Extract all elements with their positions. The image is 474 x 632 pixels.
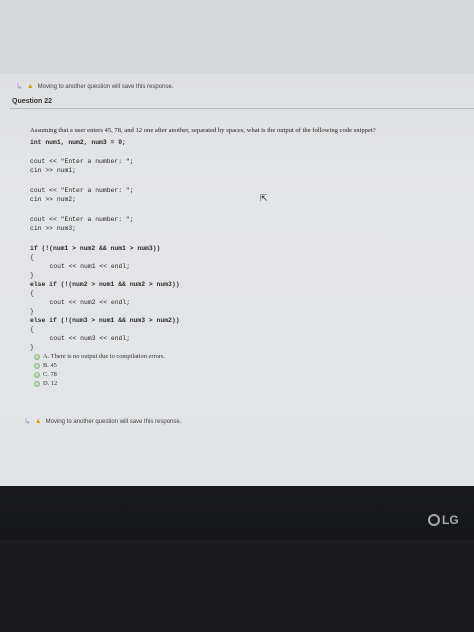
arrow-icon: ↳ xyxy=(24,417,31,426)
code-line: cout << num1 << endl; xyxy=(38,263,131,270)
radio-button[interactable] xyxy=(34,371,40,378)
code-line: if (!(num1 > num2 && num1 > num3)) xyxy=(30,245,161,252)
divider xyxy=(10,108,474,109)
save-warning-text: Moving to another question will save thi… xyxy=(45,418,182,425)
warning-icon: ▲ xyxy=(34,418,42,425)
option-label: A. There is no output due to compilation… xyxy=(43,353,165,360)
monitor-screen: ↳ ▲ Moving to another question will save… xyxy=(0,0,474,486)
option-c[interactable]: C. 78 xyxy=(34,370,165,379)
code-line: cin >> num1; xyxy=(30,167,77,174)
code-line: int num1, num2, num3 = 0; xyxy=(30,139,126,146)
monitor-stand-area xyxy=(0,540,474,632)
code-line: cout << "Enter a number: "; xyxy=(30,187,134,194)
option-label: D. 12 xyxy=(43,380,58,387)
code-line: { xyxy=(30,290,34,297)
arrow-icon: ↳ xyxy=(16,82,23,91)
code-line: else if (!(num3 > num1 && num3 > num2)) xyxy=(30,317,180,324)
save-warning-text: Moving to another question will save thi… xyxy=(37,83,174,90)
code-line: } xyxy=(30,344,34,351)
radio-button[interactable] xyxy=(34,380,40,387)
option-a[interactable]: A. There is no output due to compilation… xyxy=(34,352,165,361)
option-b[interactable]: B. 45 xyxy=(34,361,165,370)
top-strip xyxy=(0,0,474,74)
code-line: { xyxy=(30,254,34,261)
question-prompt: Assuming that a user enters 45, 78, and … xyxy=(30,127,376,134)
code-line: { xyxy=(30,326,34,333)
code-line: cout << "Enter a number: "; xyxy=(30,216,134,223)
code-line: cout << num3 << endl; xyxy=(38,335,131,342)
save-warning-bottom: ↳ ▲ Moving to another question will save… xyxy=(24,417,181,426)
option-label: C. 78 xyxy=(43,371,57,378)
option-label: B. 45 xyxy=(43,362,57,369)
code-line: cin >> num3; xyxy=(30,225,77,232)
code-line: cout << "Enter a number: "; xyxy=(30,158,134,165)
option-d[interactable]: D. 12 xyxy=(34,379,165,388)
save-warning-top: ↳ ▲ Moving to another question will save… xyxy=(16,82,173,91)
code-line: else if (!(num2 > num1 && num2 > num3)) xyxy=(30,281,180,288)
warning-icon: ▲ xyxy=(26,83,34,90)
code-line: cout << num2 << endl; xyxy=(38,299,131,306)
mouse-cursor-icon: ⇱ xyxy=(260,193,268,203)
monitor-logo: LG xyxy=(428,513,459,527)
brand-text: LG xyxy=(442,513,459,527)
question-title: Question 22 xyxy=(12,98,53,105)
code-line: cin >> num2; xyxy=(30,196,77,203)
code-line: } xyxy=(30,308,34,315)
radio-button[interactable] xyxy=(34,362,40,369)
radio-button[interactable] xyxy=(34,353,40,360)
code-line: } xyxy=(30,272,34,279)
lg-logo-icon xyxy=(428,514,440,526)
answer-options: A. There is no output due to compilation… xyxy=(34,352,165,388)
